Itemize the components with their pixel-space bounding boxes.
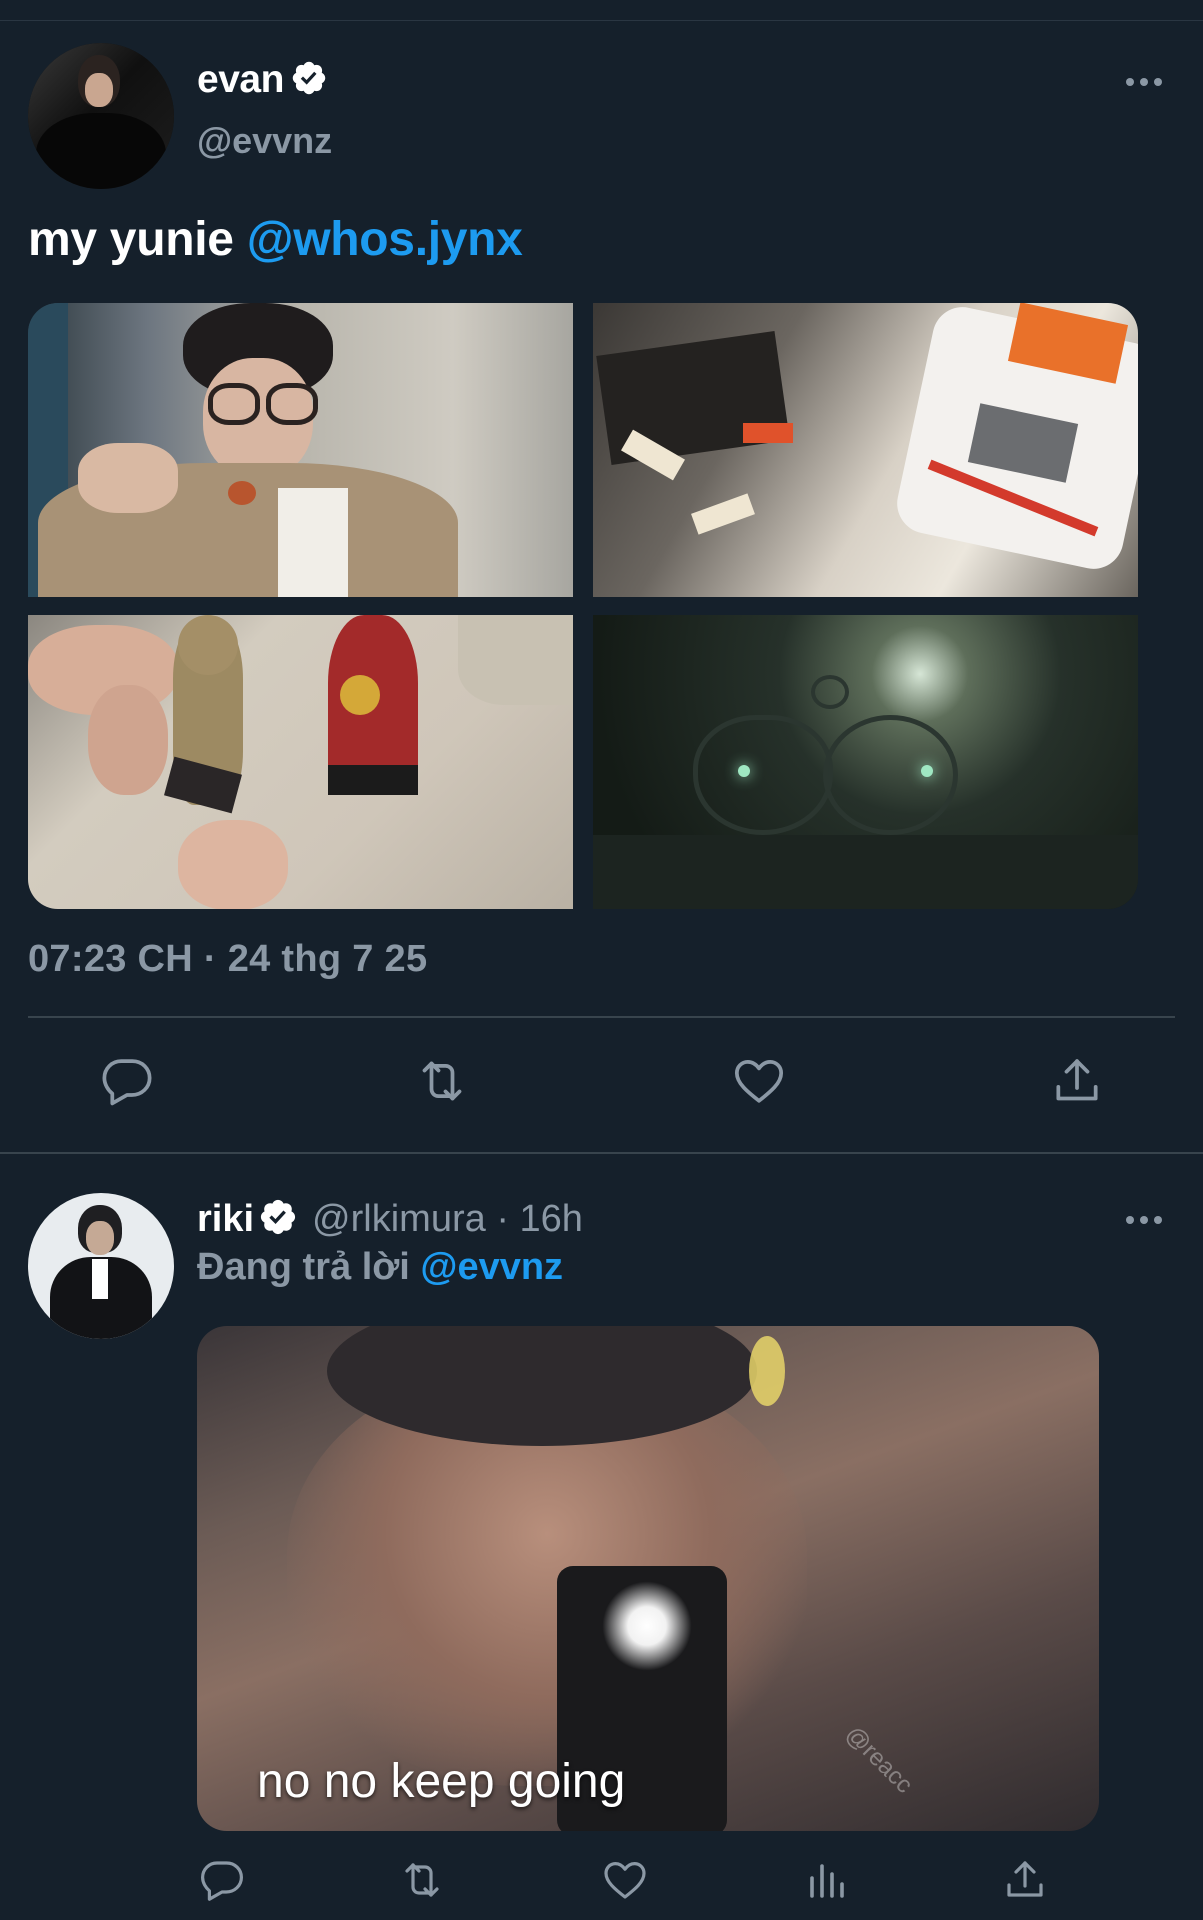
photo-4[interactable]	[593, 615, 1138, 909]
more-options-icon[interactable]	[1126, 72, 1166, 92]
author-name[interactable]: evan	[197, 58, 284, 101]
avatar-shirt	[92, 1259, 108, 1299]
tweet-actions	[0, 1050, 1203, 1120]
header-separator: ·	[496, 1198, 509, 1240]
avatar[interactable]	[28, 43, 174, 189]
replying-to-line: Đang trả lời @evvnz	[197, 1246, 563, 1289]
retweet-icon[interactable]	[414, 1053, 470, 1109]
avatar-face	[86, 1221, 114, 1255]
verified-badge-icon	[290, 59, 328, 97]
reply-icon[interactable]	[198, 1856, 246, 1904]
avatar-face	[85, 73, 113, 107]
media-grid[interactable]	[28, 303, 1138, 909]
reply-author-name[interactable]: riki	[197, 1198, 254, 1240]
tweet-divider	[28, 1016, 1175, 1018]
more-options-icon[interactable]	[1126, 1210, 1166, 1230]
verified-badge-icon	[258, 1197, 298, 1237]
tweet-separator	[0, 1152, 1203, 1154]
reply-header: riki @rlkimura · 16h	[197, 1198, 583, 1241]
reply-author-handle[interactable]: @rlkimura	[312, 1198, 486, 1240]
replying-label: Đang trả lời	[197, 1246, 421, 1288]
share-icon[interactable]	[1049, 1053, 1105, 1109]
photo-3[interactable]	[28, 615, 573, 909]
tweet-text: my yunie @whos.jynx	[28, 212, 523, 267]
photo-2[interactable]	[593, 303, 1138, 597]
reply-avatar[interactable]	[28, 1193, 174, 1339]
gif-flash	[602, 1581, 692, 1671]
reply-gif[interactable]: no no keep going @reacc	[197, 1326, 1099, 1831]
reply-actions	[0, 1850, 1203, 1910]
main-tweet[interactable]: evan @evvnz my yunie @whos.jynx 07:23 CH…	[0, 0, 1203, 1152]
gif-light	[749, 1336, 785, 1406]
analytics-icon[interactable]	[802, 1856, 850, 1904]
gif-watermark: @reacc	[839, 1720, 918, 1799]
tweet-timestamp[interactable]: 07:23 CH · 24 thg 7 25	[28, 938, 427, 981]
tweet-body: my yunie	[28, 213, 247, 266]
like-icon[interactable]	[601, 1856, 649, 1904]
author-name-row[interactable]: evan	[197, 58, 328, 102]
avatar-body	[36, 113, 166, 189]
photo-1[interactable]	[28, 303, 573, 597]
mention-link[interactable]: @whos.jynx	[247, 213, 523, 266]
replying-to-mention[interactable]: @evvnz	[420, 1246, 563, 1288]
reply-time[interactable]: 16h	[520, 1198, 583, 1240]
reply-icon[interactable]	[99, 1053, 155, 1109]
author-handle[interactable]: @evvnz	[197, 120, 332, 162]
like-icon[interactable]	[731, 1053, 787, 1109]
share-icon[interactable]	[1001, 1856, 1049, 1904]
gif-caption: no no keep going	[257, 1755, 626, 1808]
retweet-icon[interactable]	[398, 1856, 446, 1904]
